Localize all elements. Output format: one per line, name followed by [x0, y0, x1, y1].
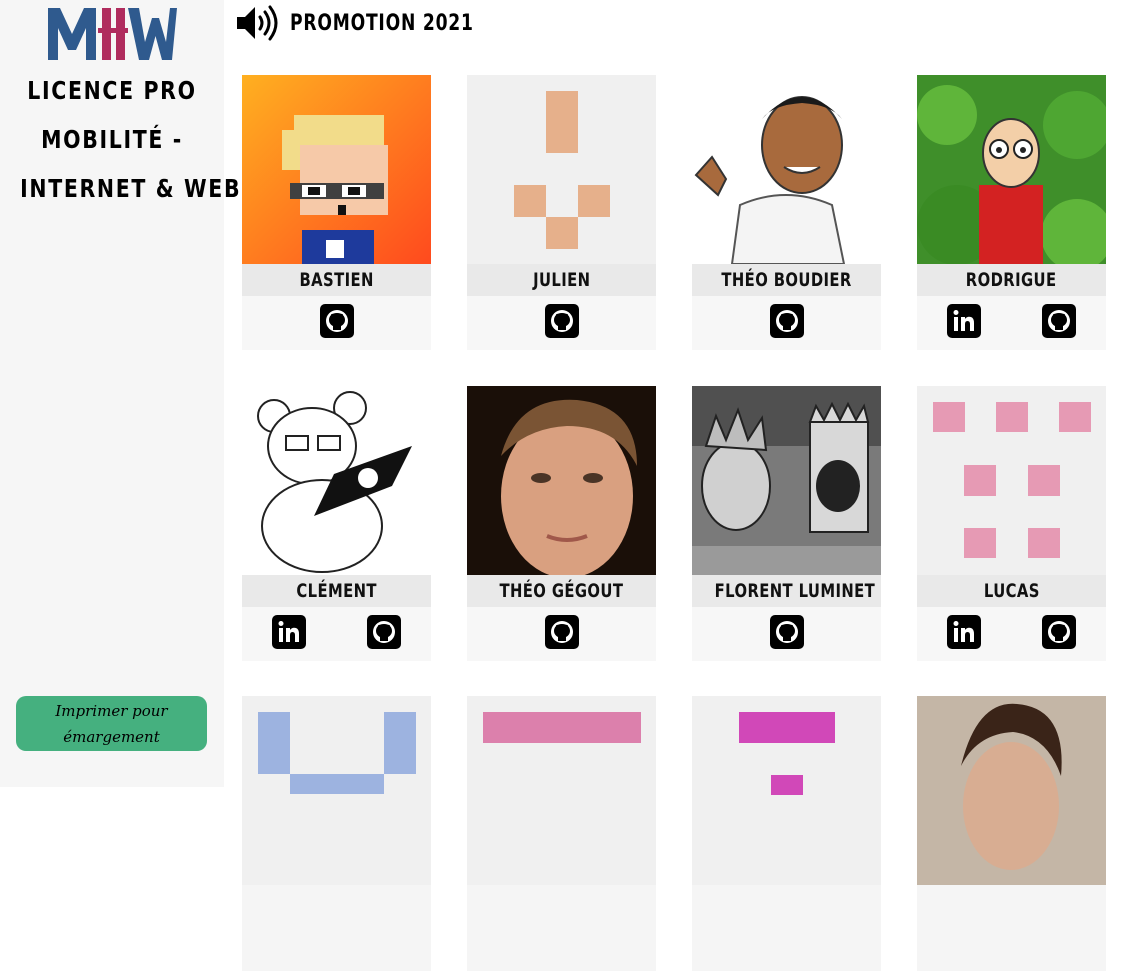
student-card: JULIEN [467, 75, 656, 350]
student-avatar [242, 696, 431, 885]
page-header: PROMOTION 2021 [236, 4, 526, 42]
student-links [692, 296, 881, 350]
student-avatar [692, 75, 881, 264]
student-name: THÉO BOUDIER [692, 264, 881, 296]
student-avatar [917, 386, 1106, 575]
program-title-line: LICENCE PRO [27, 76, 197, 105]
student-card: THÉO BOUDIER [692, 75, 881, 350]
student-avatar [467, 386, 656, 575]
student-links [692, 607, 881, 661]
student-card: THÉO GÉGOUT [467, 386, 656, 661]
student-name: LUCAS [917, 575, 1106, 607]
student-avatar [692, 696, 881, 885]
student-name: THÉO GÉGOUT [467, 575, 656, 607]
linkedin-icon[interactable] [947, 304, 981, 338]
student-links [242, 296, 431, 350]
linkedin-icon[interactable] [947, 615, 981, 649]
student-avatar [692, 386, 881, 575]
student-avatar [467, 75, 656, 264]
student-card: BASTIEN [242, 75, 431, 350]
github-icon[interactable] [367, 615, 401, 649]
student-card: RODRIGUE [917, 75, 1106, 350]
github-icon[interactable] [545, 304, 579, 338]
page-title: PROMOTION 2021 [290, 10, 474, 36]
github-icon[interactable] [320, 304, 354, 338]
sidebar: LICENCE PRO MOBILITÉ - INTERNET & WEB Im… [0, 0, 242, 787]
linkedin-icon[interactable] [272, 615, 306, 649]
student-avatar [242, 386, 431, 575]
github-icon[interactable] [545, 615, 579, 649]
student-card: FLORENT LUMINET [692, 386, 881, 661]
student-name: FLORENT LUMINET [692, 575, 881, 607]
github-icon[interactable] [770, 615, 804, 649]
miw-logo [48, 8, 177, 60]
github-icon[interactable] [1042, 615, 1076, 649]
student-links [917, 296, 1106, 350]
student-links [467, 296, 656, 350]
student-avatar [467, 696, 656, 885]
program-title-line: INTERNET & WEB [20, 174, 242, 203]
student-card [692, 696, 881, 971]
student-card [467, 696, 656, 971]
student-name: BASTIEN [242, 264, 431, 296]
student-name: CLÉMENT [242, 575, 431, 607]
student-avatar [917, 75, 1106, 264]
student-name: JULIEN [467, 264, 656, 296]
student-avatar [917, 696, 1106, 885]
student-card: LUCAS [917, 386, 1106, 661]
student-card: CLÉMENT [242, 386, 431, 661]
github-icon[interactable] [770, 304, 804, 338]
speaker-icon[interactable] [236, 4, 284, 42]
student-links [242, 607, 431, 661]
student-card [242, 696, 431, 971]
program-title: LICENCE PRO MOBILITÉ - INTERNET & WEB [20, 66, 242, 213]
student-avatar [242, 75, 431, 264]
student-links [917, 607, 1106, 661]
program-title-line: MOBILITÉ - [41, 125, 183, 154]
github-icon[interactable] [1042, 304, 1076, 338]
student-card [917, 696, 1106, 971]
student-links [467, 607, 656, 661]
print-attendance-button[interactable]: Imprimer pour émargement [16, 696, 207, 751]
student-name: RODRIGUE [917, 264, 1106, 296]
